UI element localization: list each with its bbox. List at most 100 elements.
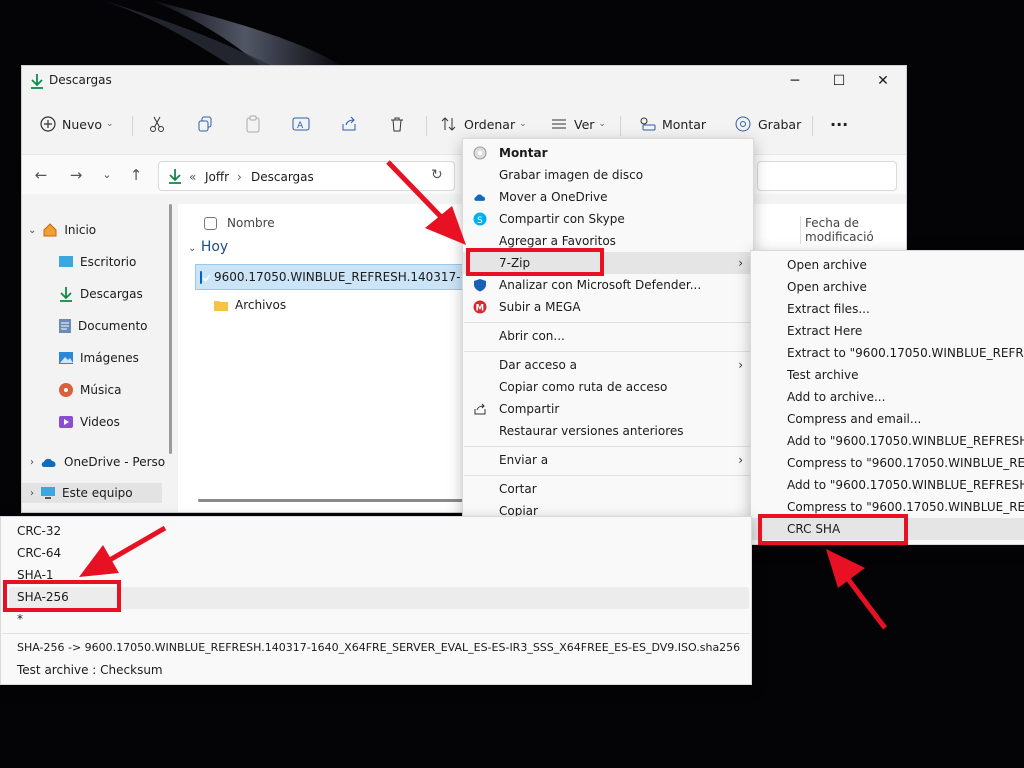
menu-item-extract-files[interactable]: Extract files... (751, 298, 1024, 320)
menu-item-crc32[interactable]: CRC-32 (17, 521, 61, 541)
menu-item-move-to-onedrive[interactable]: Mover a OneDrive (463, 186, 753, 208)
sidebar-item-music[interactable]: Música (58, 380, 122, 400)
menu-item-upload-mega[interactable]: M Subir a MEGA (463, 296, 753, 318)
sidebar-item-label: Escritorio (80, 255, 137, 269)
chevron-right-icon: › (30, 487, 34, 499)
sidebar-item-home[interactable]: ⌄ Inicio (28, 220, 96, 240)
breadcrumb-folder[interactable]: Descargas (251, 170, 314, 184)
menu-item-compress-email[interactable]: Compress and email... (751, 408, 1024, 430)
sort-button[interactable]: Ordenar ⌄ (440, 112, 527, 136)
sidebar-item-pictures[interactable]: Imágenes 📌 (58, 348, 190, 368)
close-button[interactable]: ✕ (860, 70, 906, 92)
menu-item-sha256-to-file[interactable]: SHA-256 -> 9600.17050.WINBLUE_REFRESH.14… (17, 638, 740, 658)
menu-separator (464, 446, 752, 447)
select-all-checkbox[interactable] (204, 216, 217, 230)
folder-row-archivos[interactable]: Archivos (213, 298, 286, 312)
group-label: Hoy (200, 239, 229, 255)
view-lines-icon (552, 119, 566, 129)
scissors-icon (150, 116, 164, 132)
refresh-icon[interactable]: ↻ (431, 167, 443, 183)
share-button[interactable] (340, 112, 358, 136)
menu-item-add-to-7z[interactable]: Add to "9600.17050.WINBLUE_REFRESH.14031 (751, 430, 1024, 452)
mount-button[interactable]: Montar (638, 112, 706, 136)
menu-separator (2, 633, 750, 634)
menu-item-add-to-archive[interactable]: Add to archive... (751, 386, 1024, 408)
menu-item-extract-here[interactable]: Extract Here (751, 320, 1024, 342)
minimize-button[interactable]: ─ (772, 70, 818, 92)
menu-item-crc64[interactable]: CRC-64 (17, 543, 61, 563)
document-icon (59, 319, 71, 333)
menu-item-open-archive-alt[interactable]: Open archive (751, 276, 1024, 298)
menu-item-add-to-zip[interactable]: Add to "9600.17050.WINBLUE_REFRESH.14031 (751, 474, 1024, 496)
menu-item-all[interactable]: * (17, 609, 23, 629)
sidebar-item-downloads[interactable]: Descargas 📌 (58, 284, 190, 304)
forward-arrow-icon[interactable]: → (65, 165, 87, 185)
breadcrumb-user[interactable]: Joffr (205, 170, 229, 184)
new-button[interactable]: Nuevo ⌄ (40, 112, 114, 136)
menu-item-burn-disc-image[interactable]: Grabar imagen de disco (463, 164, 753, 186)
back-arrow-icon[interactable]: ← (30, 165, 52, 185)
menu-item-restore-versions[interactable]: Restaurar versiones anteriores (463, 420, 753, 442)
search-input[interactable] (757, 161, 897, 191)
menu-item-extract-to[interactable]: Extract to "9600.17050.WINBLUE_REFRESH.1… (751, 342, 1024, 364)
menu-item-give-access[interactable]: Dar acceso a › (463, 354, 753, 376)
copy-button[interactable] (196, 112, 214, 136)
chevron-right-icon: › (738, 358, 743, 372)
toolbar-divider (426, 116, 427, 136)
menu-item-open-archive[interactable]: Open archive (751, 254, 1024, 276)
menu-item-cut[interactable]: Cortar (463, 478, 753, 500)
menu-item-share[interactable]: Compartir (463, 398, 753, 420)
group-header-today[interactable]: ⌄ Hoy (188, 239, 228, 255)
sidebar-item-documents[interactable]: Documento 📌 (58, 316, 190, 336)
more-options-button[interactable]: ··· (830, 112, 848, 136)
breadcrumb-overflow[interactable]: « (189, 170, 196, 184)
skype-icon: S (473, 212, 487, 226)
download-icon (169, 169, 181, 184)
up-arrow-icon[interactable]: ↑ (125, 165, 147, 185)
sidebar-item-onedrive[interactable]: › OneDrive - Perso (30, 452, 165, 472)
menu-item-test-archive[interactable]: Test archive (751, 364, 1024, 386)
menu-item-mount[interactable]: Montar (463, 142, 753, 164)
menu-separator (464, 322, 752, 323)
view-button[interactable]: Ver ⌄ (550, 112, 606, 136)
sidebar-item-label: Música (80, 383, 122, 397)
cut-button[interactable] (148, 112, 166, 136)
sidebar-item-label: Descargas (80, 287, 143, 301)
menu-item-copy-path[interactable]: Copiar como ruta de acceso (463, 376, 753, 398)
maximize-button[interactable]: ☐ (816, 70, 862, 92)
menu-item-send-to[interactable]: Enviar a › (463, 449, 753, 471)
disc-icon (735, 116, 751, 132)
burn-label: Grabar (758, 116, 802, 132)
paste-button[interactable] (244, 112, 262, 136)
sidebar-scrollbar[interactable] (169, 204, 172, 454)
sidebar-item-label: Inicio (64, 223, 97, 237)
sidebar-item-videos[interactable]: Videos (58, 412, 120, 432)
address-bar[interactable]: « Joffr › Descargas ↻ (158, 161, 455, 191)
menu-item-defender-scan[interactable]: Analizar con Microsoft Defender... (463, 274, 753, 296)
delete-button[interactable] (388, 112, 406, 136)
rename-button[interactable]: A (292, 112, 310, 136)
row-checkbox[interactable] (200, 270, 211, 284)
toolbar-divider (132, 116, 133, 136)
menu-item-share-skype[interactable]: S Compartir con Skype (463, 208, 753, 230)
column-header-name[interactable]: Nombre (204, 216, 275, 230)
column-header-modified[interactable]: Fecha de modificació (800, 216, 906, 244)
menu-item-test-checksum[interactable]: Test archive : Checksum (17, 660, 163, 680)
sidebar-item-this-pc[interactable]: › Este equipo (22, 483, 162, 503)
highlight-7zip (466, 248, 604, 276)
menu-separator (464, 475, 752, 476)
mount-icon (640, 117, 656, 131)
video-icon (59, 416, 73, 428)
home-icon (43, 223, 57, 237)
menu-item-open-with[interactable]: Abrir con... (463, 325, 753, 347)
menu-separator (464, 351, 752, 352)
menu-item-compress-to-7z-email[interactable]: Compress to "9600.17050.WINBLUE_REFRESH (751, 452, 1024, 474)
burn-button[interactable]: Grabar (734, 112, 801, 136)
file-list-scrollbar[interactable] (198, 499, 478, 502)
computer-icon (41, 487, 55, 499)
recent-chevron-icon[interactable]: ⌄ (96, 165, 118, 185)
chevron-down-icon: ⌄ (519, 119, 527, 129)
sidebar-item-desktop[interactable]: Escritorio 📌 (58, 252, 190, 272)
file-row-iso[interactable]: 9600.17050.WINBLUE_REFRESH.140317-1640 (195, 264, 485, 290)
check-icon (202, 273, 211, 282)
